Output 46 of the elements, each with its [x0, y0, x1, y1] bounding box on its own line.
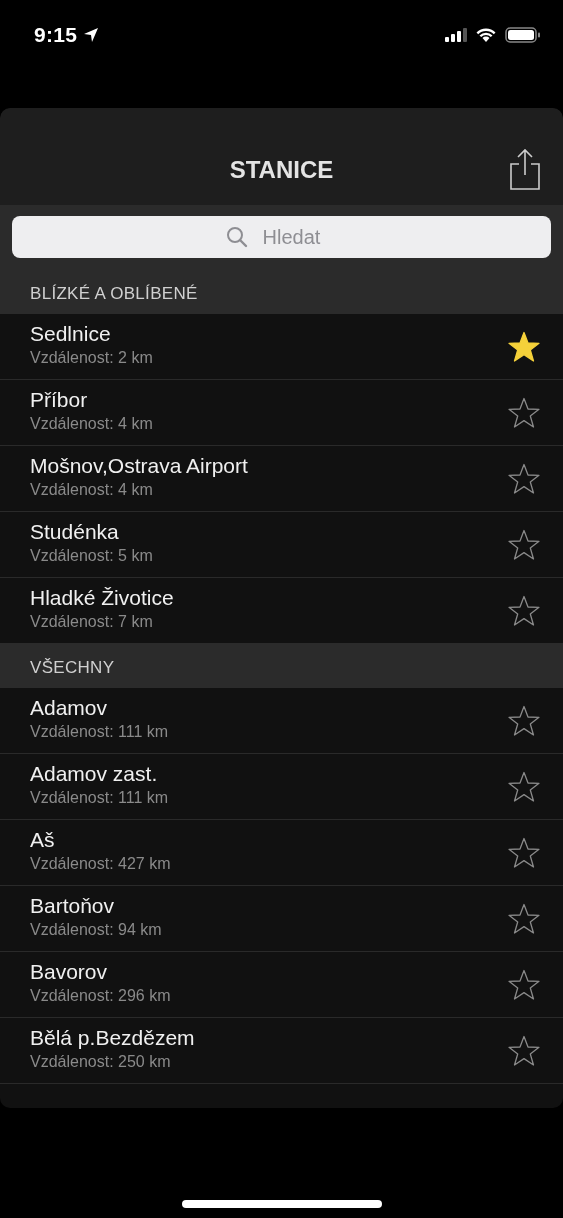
star-icon[interactable]	[507, 902, 541, 935]
search-icon	[225, 226, 248, 248]
station-distance: Vzdálenost: 4 km	[30, 415, 154, 433]
station-distance: Vzdálenost: 7 km	[30, 613, 154, 631]
station-name: Sedlnice	[30, 322, 112, 346]
filled-star-icon[interactable]	[507, 330, 541, 363]
station-distance: Vzdálenost: 250 km	[30, 1053, 172, 1071]
station-name: Aš	[30, 828, 56, 852]
station-name: Hladké Životice	[30, 586, 175, 610]
station-name: Příbor	[30, 388, 89, 412]
star-icon[interactable]	[507, 594, 541, 627]
signal-icon	[445, 28, 467, 42]
star-icon[interactable]	[507, 396, 541, 429]
star-icon[interactable]	[507, 1034, 541, 1067]
clock-time: 9:15	[34, 23, 78, 47]
station-row[interactable]: Hladké Životice Vzdálenost: 7 km	[0, 578, 563, 643]
wifi-icon	[475, 27, 497, 43]
search-field[interactable]: Hledat	[12, 216, 551, 258]
station-distance: Vzdálenost: 111 km	[30, 789, 170, 807]
station-name: Studénka	[30, 520, 120, 544]
section-header: BLÍZKÉ A OBLÍBENÉ	[30, 284, 198, 304]
station-distance: Vzdálenost: 94 km	[30, 921, 163, 939]
screen-title: STANICE	[229, 155, 334, 184]
station-name: Adamov	[30, 696, 109, 720]
station-row[interactable]: Bělá p.Bezdězem Vzdálenost: 250 km	[0, 1018, 563, 1084]
battery-icon	[505, 27, 541, 43]
station-name: Mošnov,Ostrava Airport	[30, 454, 249, 478]
station-name: Adamov zast.	[30, 762, 159, 786]
star-icon[interactable]	[507, 836, 541, 869]
star-icon[interactable]	[507, 462, 541, 495]
star-icon[interactable]	[507, 968, 541, 1001]
station-distance: Vzdálenost: 4 km	[30, 481, 154, 499]
station-distance: Vzdálenost: 111 km	[30, 723, 170, 741]
station-name: Bavorov	[30, 960, 109, 984]
location-arrow-icon	[83, 27, 100, 43]
station-distance: Vzdálenost: 5 km	[30, 547, 154, 565]
star-icon[interactable]	[507, 528, 541, 561]
station-distance: Vzdálenost: 2 km	[30, 349, 154, 367]
station-distance: Vzdálenost: 296 km	[30, 987, 172, 1005]
share-icon[interactable]	[509, 148, 541, 190]
station-distance: Vzdálenost: 427 km	[30, 855, 172, 873]
star-icon[interactable]	[507, 770, 541, 803]
station-name: Bělá p.Bezdězem	[30, 1026, 196, 1050]
star-icon[interactable]	[507, 704, 541, 737]
section-header: VŠECHNY	[30, 658, 115, 678]
station-name: Bartoňov	[30, 894, 116, 918]
